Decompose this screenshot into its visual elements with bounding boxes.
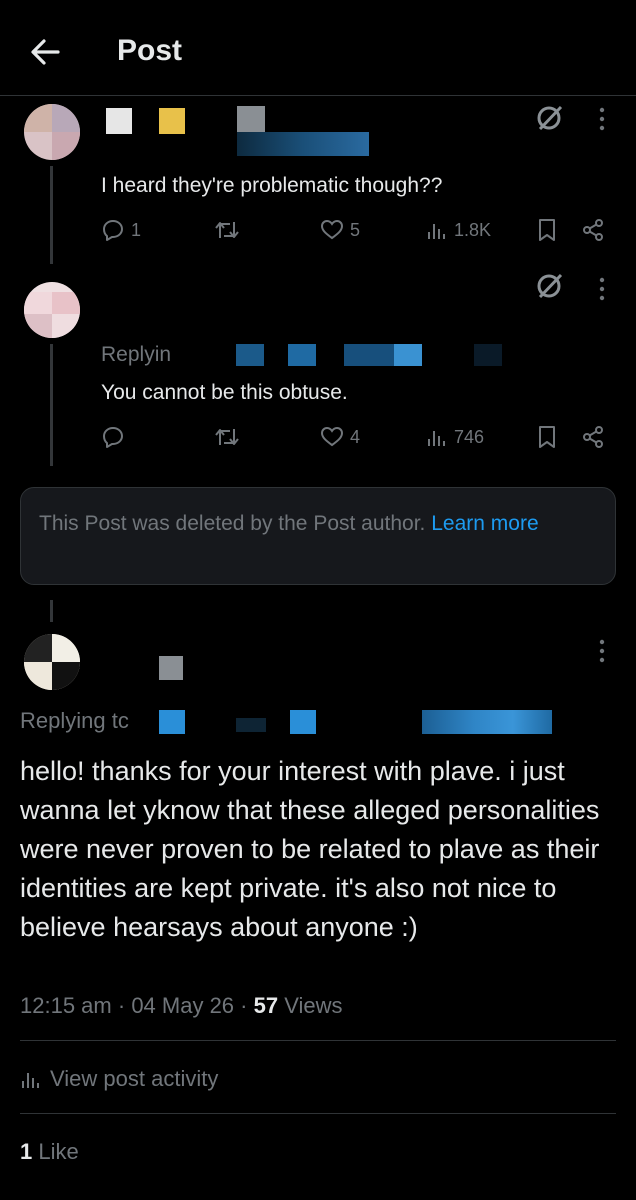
- reply-button[interactable]: [101, 425, 125, 449]
- back-arrow-icon[interactable]: [26, 32, 66, 72]
- bookmark-icon[interactable]: [537, 425, 557, 454]
- reply-text: I heard they're problematic though??: [101, 174, 443, 197]
- redacted-name: [237, 106, 265, 132]
- post-date: 04 May 26: [131, 993, 235, 1018]
- thread-line: [50, 166, 53, 264]
- views-count: 1.8K: [454, 219, 492, 240]
- analytics-icon: [22, 1073, 39, 1088]
- like-button[interactable]: 4: [320, 425, 360, 449]
- likes-summary[interactable]: 1 Like: [20, 1139, 79, 1165]
- redacted-mention: [236, 718, 266, 732]
- redacted-mention: [159, 710, 185, 734]
- redacted-mention: [236, 344, 264, 366]
- repost-button[interactable]: [214, 425, 240, 449]
- views-label: Views: [284, 993, 343, 1018]
- divider: [20, 1040, 616, 1041]
- deleted-notice-text: This Post was deleted by the Post author…: [39, 512, 426, 535]
- thread-line: [50, 600, 53, 622]
- likes-count: 1: [20, 1139, 33, 1164]
- views-button[interactable]: 746: [426, 425, 484, 449]
- reply-button[interactable]: 1: [101, 218, 141, 242]
- view-post-activity-label: View post activity: [50, 1066, 219, 1091]
- redacted-mention: [344, 344, 394, 366]
- learn-more-link[interactable]: Learn more: [431, 512, 538, 535]
- replying-to-label: Replyin: [101, 343, 172, 366]
- more-options-icon[interactable]: [592, 276, 612, 307]
- views-icon: [428, 431, 445, 446]
- redacted-mention: [288, 344, 316, 366]
- bookmark-icon[interactable]: [537, 218, 557, 247]
- grok-icon[interactable]: [534, 270, 566, 307]
- share-icon[interactable]: [581, 218, 605, 247]
- views-count: 57: [253, 993, 279, 1018]
- repost-icon: [215, 222, 239, 238]
- redacted-handle: [237, 132, 369, 156]
- grok-icon[interactable]: [534, 102, 566, 139]
- like-count: 4: [350, 426, 361, 447]
- more-options-icon[interactable]: [592, 106, 612, 137]
- redacted-name: [106, 108, 132, 134]
- share-icon[interactable]: [581, 425, 605, 454]
- deleted-post-notice: This Post was deleted by the Post author…: [20, 487, 616, 585]
- post-time: 12:15 am: [20, 993, 112, 1018]
- more-options-icon[interactable]: [592, 638, 612, 669]
- view-post-activity[interactable]: View post activity: [20, 1066, 218, 1092]
- divider: [20, 1113, 616, 1114]
- like-count: 5: [350, 219, 361, 240]
- reply-icon: [103, 427, 123, 448]
- likes-label: Like: [38, 1139, 79, 1164]
- views-button[interactable]: 1.8K: [426, 218, 491, 242]
- replying-to-label: Replying tc: [20, 708, 129, 733]
- views-icon: [428, 224, 445, 239]
- redacted-mention: [474, 344, 502, 366]
- views-count: 746: [454, 426, 485, 447]
- page-title: Post: [117, 34, 183, 67]
- reply-text: You cannot be this obtuse.: [101, 381, 348, 404]
- avatar[interactable]: [24, 104, 80, 160]
- top-bar: [0, 0, 636, 96]
- repost-button[interactable]: [214, 218, 240, 242]
- reply-count: 1: [131, 219, 142, 240]
- redacted-mention: [394, 344, 422, 366]
- post-meta: 12:15 am · 04 May 26 · 57 Views: [20, 993, 343, 1018]
- heart-icon: [320, 219, 344, 240]
- thread-line: [50, 344, 53, 466]
- avatar[interactable]: [24, 634, 80, 690]
- post-text: hello! thanks for your interest with pla…: [20, 756, 600, 942]
- redacted-mention: [290, 710, 316, 734]
- reply-icon: [103, 220, 123, 241]
- redacted-name: [159, 108, 185, 134]
- redacted-mention: [422, 710, 552, 734]
- like-button[interactable]: 5: [320, 218, 360, 242]
- heart-icon: [320, 426, 344, 447]
- redacted-handle: [159, 656, 183, 680]
- avatar[interactable]: [24, 282, 80, 338]
- repost-icon: [215, 429, 239, 445]
